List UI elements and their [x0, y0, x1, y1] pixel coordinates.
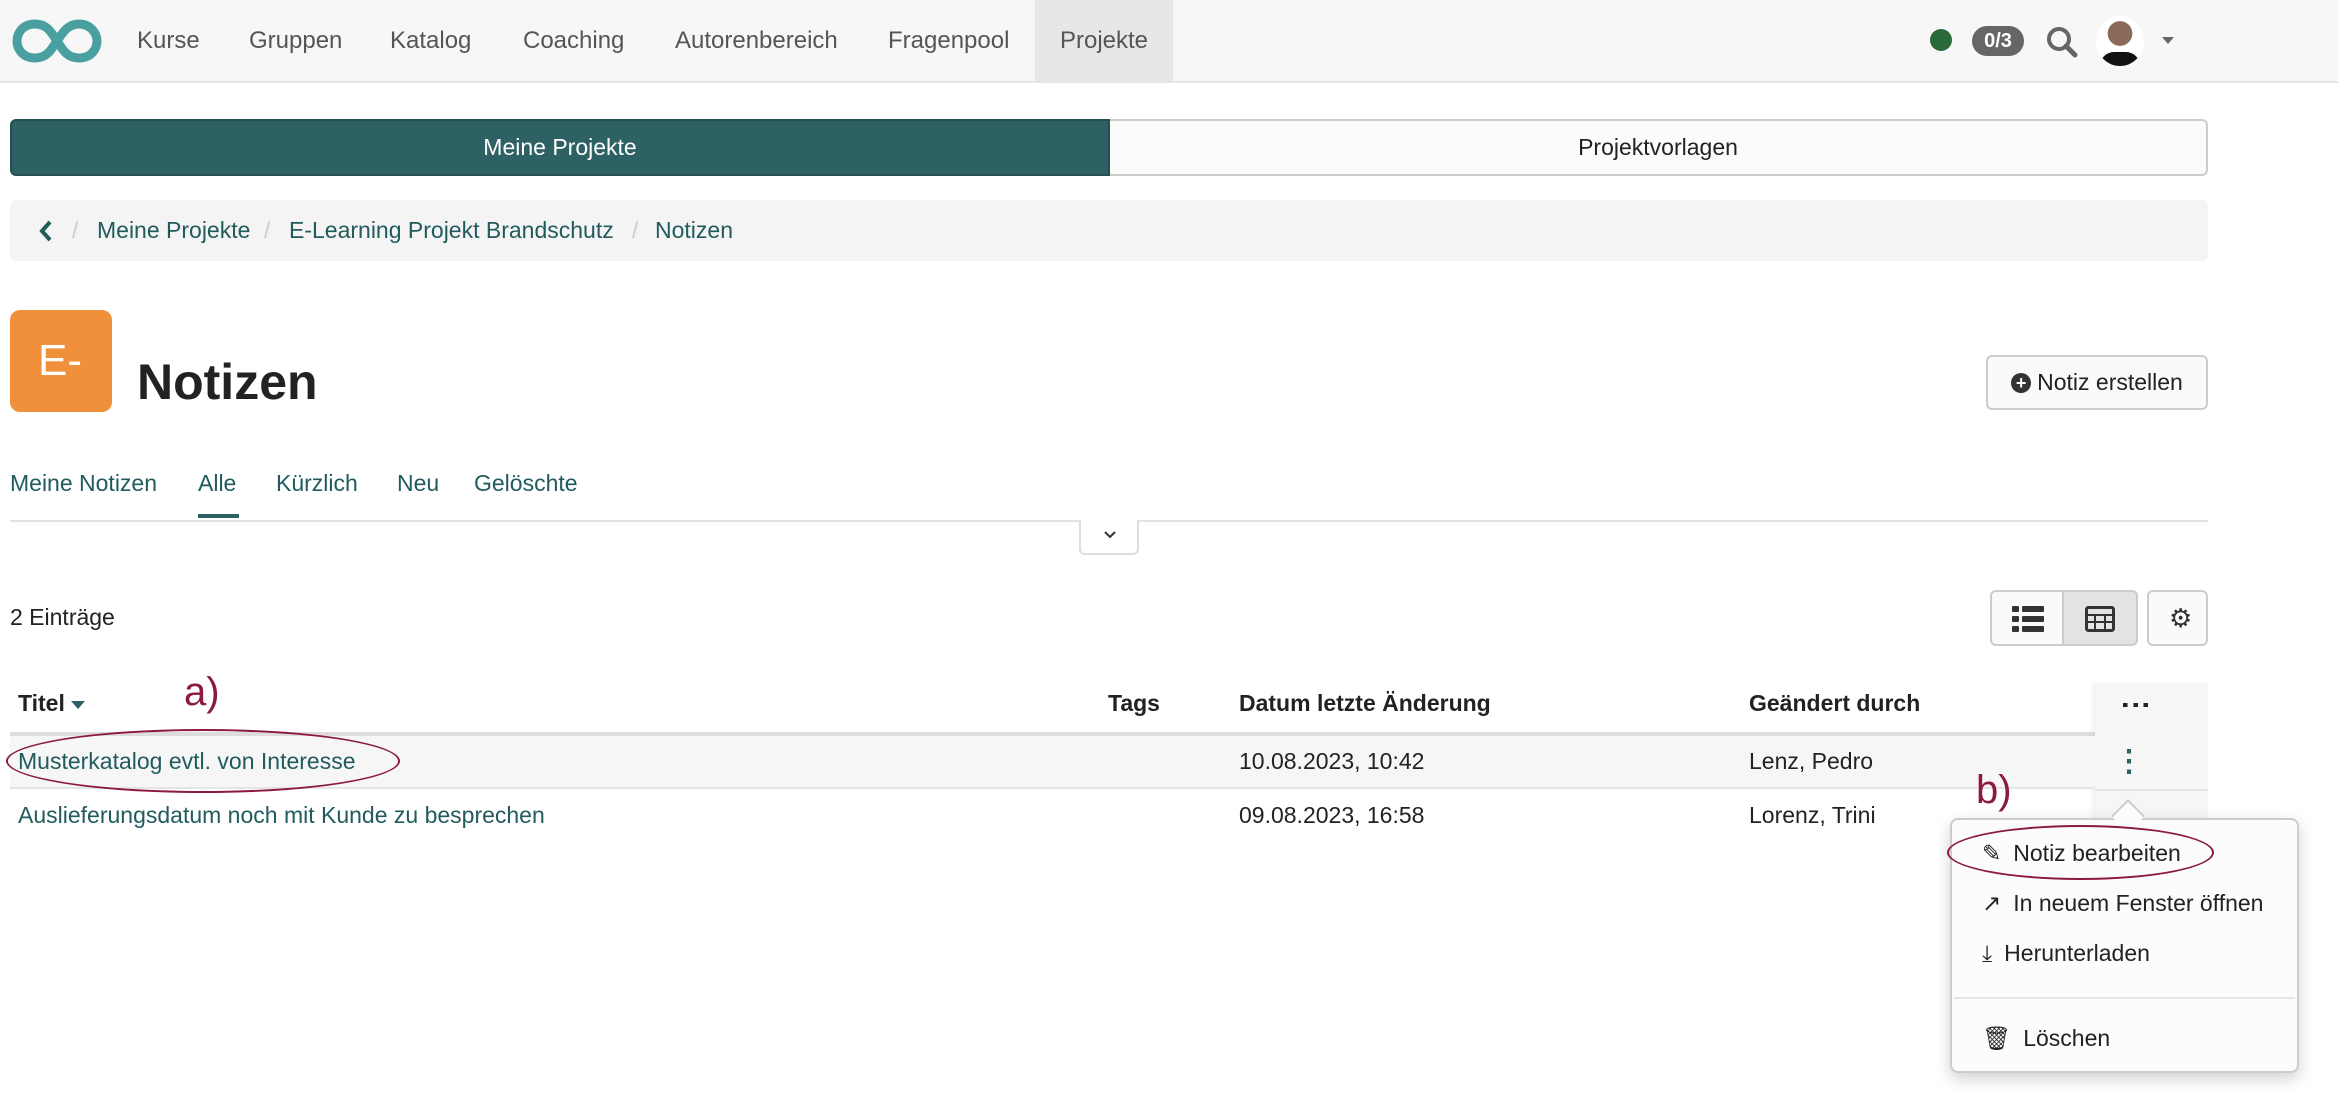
col-tags: Tags	[1108, 690, 1160, 716]
breadcrumb: / Meine Projekte / E-Learning Projekt Br…	[10, 200, 2208, 261]
gear-icon: ⚙	[2169, 603, 2193, 633]
tab-kuerzlich[interactable]: Kürzlich	[276, 470, 358, 497]
sort-desc-icon	[71, 700, 86, 709]
menu-delete[interactable]: 🗑 Löschen	[1982, 1025, 2110, 1052]
create-note-button[interactable]: + Notiz erstellen	[1986, 355, 2208, 410]
plus-circle-icon: +	[2011, 372, 2032, 393]
nav-autorenbereich[interactable]: Autorenbereich	[650, 0, 863, 81]
back-chevron-icon[interactable]	[38, 220, 54, 242]
chevron-down-icon	[1104, 531, 1116, 539]
notification-badge[interactable]: 0/3	[1972, 26, 2024, 56]
tab-neu[interactable]: Neu	[397, 470, 439, 497]
caret-down-icon[interactable]	[2162, 37, 2174, 44]
nav-gruppen[interactable]: Gruppen	[224, 0, 367, 81]
row-author: Lenz, Pedro	[1749, 748, 1874, 774]
menu-divider	[1954, 997, 2295, 999]
download-icon: ⤓	[1982, 940, 1993, 966]
row-date: 10.08.2023, 10:42	[1239, 748, 1425, 774]
breadcrumb-item[interactable]: Meine Projekte	[97, 200, 250, 261]
row-divider	[2095, 789, 2208, 791]
menu-download[interactable]: ⤓ Herunterladen	[1982, 940, 2150, 967]
tab-alle[interactable]: Alle	[198, 470, 236, 497]
expand-filter-button[interactable]	[1079, 520, 1139, 555]
logo-infinity-icon[interactable]	[12, 18, 102, 64]
row-title-link[interactable]: Auslieferungsdatum noch mit Kunde zu bes…	[18, 802, 545, 829]
avatar[interactable]	[2096, 16, 2144, 66]
trash-icon: 🗑	[1982, 1025, 2012, 1051]
col-titel[interactable]: Titel	[18, 690, 86, 717]
annotation-b: b)	[1976, 768, 2012, 812]
table-view-button[interactable]	[2064, 590, 2138, 646]
tab-meine-notizen[interactable]: Meine Notizen	[10, 470, 157, 497]
column-menu-icon[interactable]: ⋮	[2119, 690, 2152, 720]
list-view-button[interactable]	[1990, 590, 2064, 646]
annotation-a: a)	[184, 670, 220, 714]
col-datum[interactable]: Datum letzte Änderung	[1239, 690, 1491, 717]
external-link-icon: ↗	[1982, 890, 2002, 916]
active-tab-indicator	[198, 514, 239, 518]
annotation-ellipse-a	[6, 729, 400, 793]
page-title: Notizen	[137, 354, 318, 410]
nav-projekte[interactable]: Projekte	[1035, 0, 1173, 81]
tab-geloeschte[interactable]: Gelöschte	[474, 470, 578, 497]
search-icon[interactable]	[2045, 25, 2079, 59]
row-date: 09.08.2023, 16:58	[1239, 802, 1425, 828]
nav-katalog[interactable]: Katalog	[365, 0, 496, 81]
breadcrumb-item[interactable]: E-Learning Projekt Brandschutz	[289, 200, 614, 261]
breadcrumb-item: Notizen	[655, 217, 733, 243]
top-navbar: Kurse Gruppen Katalog Coaching Autorenbe…	[0, 0, 2338, 83]
list-icon	[2012, 606, 2044, 632]
annotation-ellipse-b	[1947, 825, 2214, 880]
row-author: Lorenz, Trini	[1749, 802, 1876, 828]
status-dot-icon	[1930, 29, 1952, 51]
menu-open-new-window[interactable]: ↗ In neuem Fenster öffnen	[1982, 890, 2263, 917]
segment-projektvorlagen[interactable]: Projektvorlagen	[1110, 119, 2208, 176]
nav-kurse[interactable]: Kurse	[112, 0, 225, 81]
entry-count: 2 Einträge	[10, 604, 115, 630]
project-icon: E-	[10, 310, 112, 412]
col-geaendert[interactable]: Geändert durch	[1749, 690, 1920, 717]
row-actions-icon[interactable]: ⋮	[2114, 747, 2144, 777]
nav-coaching[interactable]: Coaching	[498, 0, 649, 81]
table-settings-button[interactable]: ⚙	[2147, 590, 2208, 646]
segment-meine-projekte[interactable]: Meine Projekte	[10, 119, 1110, 176]
table-icon	[2085, 606, 2115, 632]
create-note-label: Notiz erstellen	[2037, 369, 2183, 395]
nav-fragenpool[interactable]: Fragenpool	[863, 0, 1034, 81]
